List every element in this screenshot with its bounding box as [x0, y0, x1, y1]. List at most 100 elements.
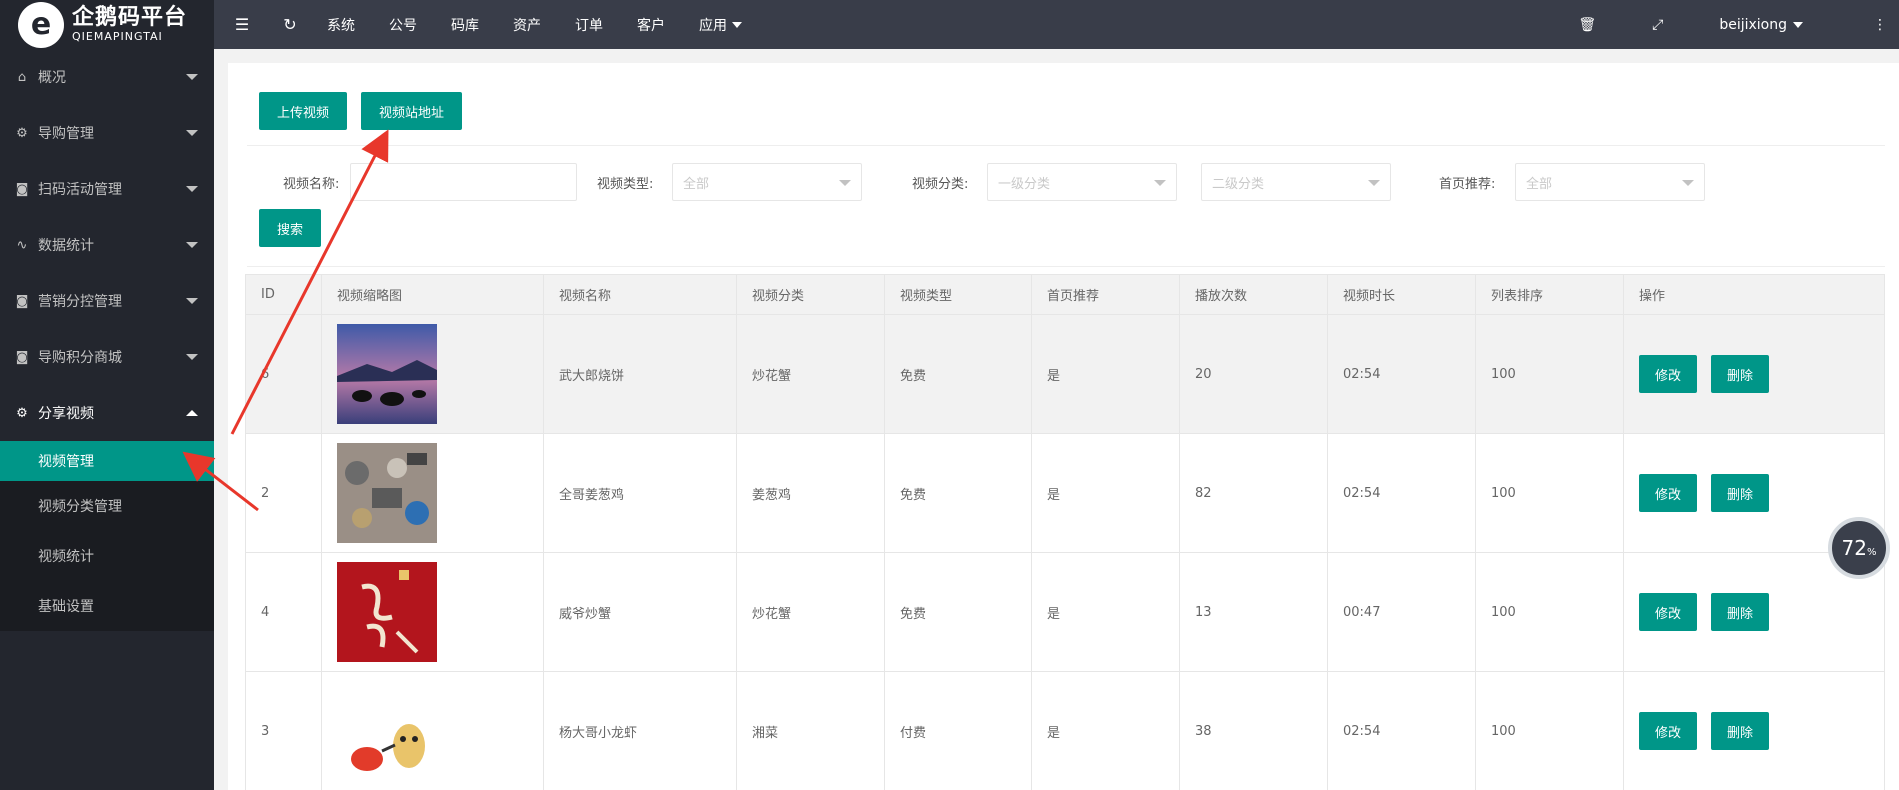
sidebar-item-mall[interactable]: ◙ 导购积分商城 [0, 329, 214, 385]
more-vertical-icon[interactable]: ⋮ [1873, 17, 1887, 33]
table-row: 2 全哥姜葱鸡 姜葱鸡 免费 是 82 02:54 100 修改 删除 [245, 433, 1885, 553]
cell-sort: 100 [1475, 671, 1624, 790]
chevron-down-icon [186, 130, 198, 136]
filter-recommend-label: 首页推荐: [1439, 177, 1496, 192]
video-name-input[interactable] [350, 163, 577, 201]
sidebar-item-label: 数据统计 [38, 238, 94, 254]
nav-link-apps-label: 应用 [699, 17, 727, 34]
cell-sort: 100 [1475, 552, 1624, 672]
cell-actions: 修改 删除 [1623, 314, 1885, 434]
sidebar-item-label: 营销分控管理 [38, 294, 122, 310]
cell-category: 姜葱鸡 [736, 433, 885, 553]
nav-link-official[interactable]: 公号 [389, 15, 417, 35]
nav-link-apps[interactable]: 应用 [699, 15, 742, 35]
upload-video-button[interactable]: 上传视频 [259, 92, 348, 130]
cell-name: 杨大哥小龙虾 [543, 671, 737, 790]
sidebar-item-scan[interactable]: ◙ 扫码活动管理 [0, 161, 214, 217]
nav-link-customers[interactable]: 客户 [637, 15, 665, 35]
chevron-down-icon [186, 242, 198, 248]
fullscreen-icon[interactable]: ⤢ [1652, 17, 1663, 33]
chevron-down-icon [186, 74, 198, 80]
edit-button[interactable]: 修改 [1639, 712, 1698, 750]
sidebar-subitem-video-manage[interactable]: 视频管理 [0, 441, 214, 481]
sidebar-item-label: 导购管理 [38, 126, 94, 142]
sidebar-item-overview[interactable]: ⌂ 概况 [0, 49, 214, 105]
menu-toggle-icon[interactable]: ☰ [214, 15, 270, 34]
col-header-sort: 列表排序 [1475, 274, 1624, 315]
sidebar-item-guide[interactable]: ⚙ 导购管理 [0, 105, 214, 161]
gear-icon: ⚙ [16, 125, 28, 141]
delete-button[interactable]: 删除 [1711, 593, 1770, 631]
delete-button[interactable]: 删除 [1711, 474, 1770, 512]
video-thumbnail[interactable] [337, 324, 437, 424]
logo-subtitle: QIEMAPINGTAI [72, 30, 163, 43]
chevron-down-icon [839, 180, 851, 186]
cell-id: 6 [245, 314, 322, 434]
chevron-down-icon [1793, 21, 1803, 28]
sidebar-item-marketing[interactable]: ◙ 营销分控管理 [0, 273, 214, 329]
col-header-name: 视频名称 [543, 274, 737, 315]
cell-recommend: 是 [1031, 433, 1180, 553]
sidebar-subitem-settings[interactable]: 基础设置 [0, 581, 214, 631]
cell-duration: 02:54 [1327, 671, 1476, 790]
sidebar-subitem-video-stats[interactable]: 视频统计 [0, 531, 214, 581]
cell-recommend: 是 [1031, 671, 1180, 790]
cell-plays: 13 [1179, 552, 1328, 672]
delete-button[interactable]: 删除 [1711, 712, 1770, 750]
cell-thumb [321, 433, 544, 553]
nav-link-system[interactable]: 系统 [327, 15, 355, 35]
col-header-id: ID [245, 274, 322, 315]
col-header-recommend: 首页推荐 [1031, 274, 1180, 315]
nav-link-codes[interactable]: 码库 [451, 15, 479, 35]
video-thumbnail[interactable] [337, 681, 437, 781]
filter-name-label: 视频名称: [283, 177, 340, 192]
table-header-row: ID 视频缩略图 视频名称 视频分类 视频类型 首页推荐 播放次数 视频时长 列… [245, 274, 1885, 315]
chevron-up-icon [186, 410, 198, 416]
cell-duration: 00:47 [1327, 552, 1476, 672]
edit-button[interactable]: 修改 [1639, 474, 1698, 512]
cell-recommend: 是 [1031, 552, 1180, 672]
chevron-down-icon [186, 354, 198, 360]
edit-button[interactable]: 修改 [1639, 593, 1698, 631]
category-level2-select[interactable]: 二级分类 [1201, 163, 1391, 201]
col-header-plays: 播放次数 [1179, 274, 1328, 315]
recommend-select[interactable]: 全部 [1515, 163, 1705, 201]
cell-id: 2 [245, 433, 322, 553]
search-button[interactable]: 搜索 [259, 209, 322, 247]
video-table: ID 视频缩略图 视频名称 视频分类 视频类型 首页推荐 播放次数 视频时长 列… [245, 274, 1885, 790]
logo[interactable]: e 企鹅码平台 QIEMAPINGTAI [0, 0, 214, 49]
cell-sort: 100 [1475, 314, 1624, 434]
cell-id: 4 [245, 552, 322, 672]
camera-icon: ◙ [15, 349, 29, 365]
chevron-down-icon [732, 21, 742, 28]
cell-type: 免费 [884, 552, 1032, 672]
video-site-button[interactable]: 视频站地址 [361, 92, 463, 130]
delete-button[interactable]: 删除 [1711, 355, 1770, 393]
main-content: 上传视频 视频站地址 视频名称: 视频类型: 全部 视频分类: 一级分类 二级分… [228, 63, 1899, 790]
cell-category: 炒花蟹 [736, 552, 885, 672]
sidebar-subitem-video-category[interactable]: 视频分类管理 [0, 481, 214, 531]
top-header: ☰ ↻ 系统 公号 码库 资产 订单 客户 应用 🗑 ⤢ beijixiong … [214, 0, 1899, 49]
nav-link-orders[interactable]: 订单 [575, 15, 603, 35]
chevron-down-icon [186, 186, 198, 192]
progress-badge[interactable]: 72% [1828, 517, 1890, 579]
edit-button[interactable]: 修改 [1639, 355, 1698, 393]
chevron-down-icon [1682, 180, 1694, 186]
col-header-category: 视频分类 [736, 274, 885, 315]
cell-category: 湘菜 [736, 671, 885, 790]
filter-type-label: 视频类型: [597, 177, 654, 192]
logo-icon: e [18, 1, 64, 48]
video-thumbnail[interactable] [337, 562, 437, 662]
video-type-select[interactable]: 全部 [672, 163, 862, 201]
col-header-thumb: 视频缩略图 [321, 274, 544, 315]
sidebar-item-stats[interactable]: ∿ 数据统计 [0, 217, 214, 273]
divider [247, 145, 1885, 146]
cell-type: 免费 [884, 433, 1032, 553]
sidebar-item-share-video[interactable]: ⚙ 分享视频 [0, 385, 214, 441]
nav-link-assets[interactable]: 资产 [513, 15, 541, 35]
video-thumbnail[interactable] [337, 443, 437, 543]
refresh-icon[interactable]: ↻ [270, 15, 310, 34]
trash-icon[interactable]: 🗑 [1578, 17, 1596, 33]
category-level1-select[interactable]: 一级分类 [987, 163, 1177, 201]
user-menu[interactable]: beijixiong [1719, 17, 1803, 33]
